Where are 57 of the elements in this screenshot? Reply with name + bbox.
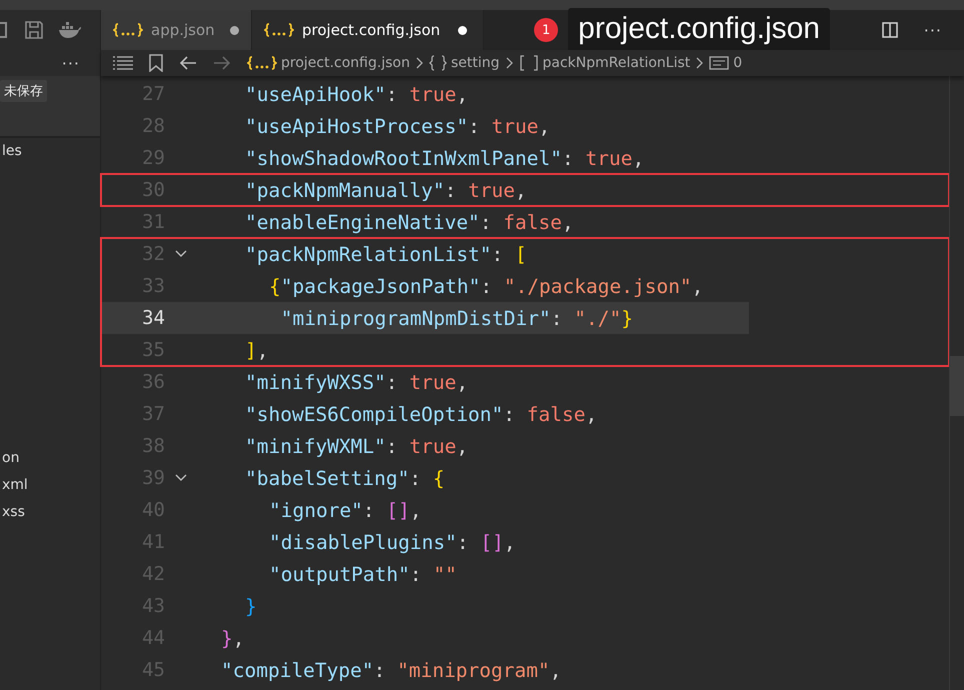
editor-tab[interactable]: app.json (101, 10, 252, 50)
code-line: "minifyWXSS": true, (245, 370, 468, 394)
code-line: } (245, 594, 257, 618)
code-line: "minifyWXML": true, (245, 434, 468, 458)
file-item[interactable]: on (0, 445, 100, 472)
notification-badge: 1 (534, 18, 558, 42)
code-line: "miniprogramNpmDistDir": "./"} (280, 306, 633, 330)
code-line: "showShadowRootInWxmlPanel": true, (245, 146, 644, 170)
code-line: "babelSetting": { (245, 466, 445, 490)
breadcrumb[interactable]: setting (428, 55, 500, 71)
code-line: "useApiHostProcess": true, (245, 114, 550, 138)
file-item[interactable]: xss (0, 499, 100, 526)
chevron-icon (506, 57, 512, 69)
brackets-icon (518, 55, 538, 71)
unsaved-badge: 未保存 (0, 80, 47, 102)
list-icon[interactable] (113, 56, 133, 70)
code-line: ], (245, 338, 268, 362)
bookmark-icon[interactable] (149, 54, 163, 72)
code-line: "packNpmRelationList": [ (245, 242, 527, 266)
json-file-icon (113, 23, 143, 37)
editor-tab[interactable]: project.config.json (252, 10, 484, 50)
forward-arrow-icon[interactable] (213, 56, 231, 70)
braces-icon (428, 55, 447, 71)
fold-chevron-icon[interactable] (175, 474, 187, 482)
file-item[interactable]: xml (0, 472, 100, 499)
json-file-icon (264, 23, 294, 37)
back-arrow-icon[interactable] (179, 56, 197, 70)
code-line: "outputPath": "" (269, 562, 457, 586)
code-line: "compileType": "miniprogram", (221, 658, 562, 682)
code-line: "showES6CompileOption": false, (245, 402, 598, 426)
more-button[interactable]: ··· (924, 20, 942, 40)
chevron-icon (416, 57, 423, 69)
whale-icon[interactable] (58, 21, 82, 39)
unsaved-dot-icon (458, 26, 468, 34)
chevron-icon (696, 57, 704, 69)
code-line: "enableEngineNative": false, (245, 210, 574, 234)
unsaved-dot-icon (230, 26, 239, 34)
tooltip: project.config.json (568, 8, 830, 52)
breadcrumb[interactable]: project.config.json (247, 55, 410, 71)
code-line: "useApiHook": true, (245, 82, 468, 106)
split-editor-icon[interactable] (882, 22, 898, 38)
more-button[interactable]: ··· (62, 54, 80, 72)
breadcrumb[interactable]: 0 (709, 55, 742, 71)
sidebar-icon[interactable] (0, 19, 10, 41)
code-line: "ignore": [], (269, 498, 422, 522)
code-line: "disablePlugins": [], (269, 530, 516, 554)
save-icon[interactable] (24, 20, 44, 40)
fold-chevron-icon[interactable] (175, 250, 187, 258)
line-number: 34 (141, 307, 165, 329)
code-line: {"packageJsonPath": "./package.json", (269, 274, 704, 298)
scrollbar[interactable] (949, 76, 964, 690)
code-line: }, (221, 626, 244, 650)
file-item[interactable]: les (0, 138, 100, 165)
json-file-icon (247, 56, 277, 70)
text-icon (709, 56, 730, 70)
breadcrumb[interactable]: packNpmRelationList (518, 55, 690, 71)
code-line: "packNpmManually": true, (245, 178, 527, 202)
